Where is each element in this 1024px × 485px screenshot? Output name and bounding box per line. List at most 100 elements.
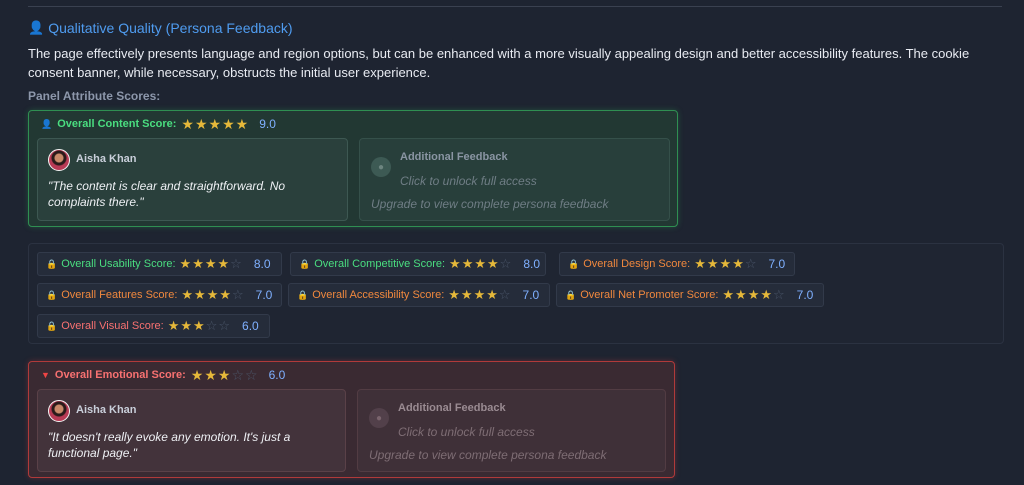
attribute-score-label: Overall Features Score: bbox=[61, 289, 178, 301]
star-rating: ★ ★ ★ ★ ☆ bbox=[180, 257, 242, 271]
star-empty-icon: ☆ bbox=[245, 367, 258, 383]
star-filled-icon: ★ bbox=[461, 256, 474, 271]
persona-feedback-card: Aisha Khan "The content is clear and str… bbox=[37, 138, 348, 221]
star-empty-icon: ☆ bbox=[231, 367, 244, 383]
attribute-score-chip[interactable]: 🔒 Overall Accessibility Score: ★ ★ ★ ★ ☆ 7.0 bbox=[288, 283, 550, 307]
star-filled-icon: ★ bbox=[217, 256, 230, 271]
caret-down-icon: ▼ bbox=[41, 370, 50, 380]
star-filled-icon: ★ bbox=[760, 287, 772, 302]
attribute-score-chip[interactable]: 🔒 Overall Visual Score: ★ ★ ★ ☆ ☆ 6.0 bbox=[37, 314, 270, 338]
star-filled-icon: ★ bbox=[732, 256, 744, 271]
emotional-score-value: 6.0 bbox=[268, 368, 286, 382]
star-filled-icon: ★ bbox=[473, 287, 486, 302]
attribute-score-chip[interactable]: 🔒 Overall Competitive Score: ★ ★ ★ ★ ☆ 8.0 bbox=[290, 252, 546, 276]
star-filled-icon: ★ bbox=[449, 256, 461, 271]
star-filled-icon: ★ bbox=[179, 256, 192, 271]
star-empty-icon: ☆ bbox=[232, 287, 244, 302]
attribute-score-value: 7.0 bbox=[255, 288, 273, 302]
persona-name: Aisha Khan bbox=[76, 404, 137, 416]
user-placeholder-icon: ● bbox=[371, 157, 391, 177]
locked-feedback-card[interactable]: ● Additional Feedback Click to unlock fu… bbox=[359, 138, 670, 221]
content-score-value: 9.0 bbox=[259, 117, 276, 131]
star-filled-icon: ★ bbox=[204, 256, 217, 271]
star-filled-icon: ★ bbox=[722, 287, 735, 302]
lock-icon: 🔒 bbox=[297, 289, 309, 300]
section-divider bbox=[28, 6, 1002, 7]
star-filled-icon: ★ bbox=[487, 256, 499, 271]
star-filled-icon: ★ bbox=[747, 287, 760, 302]
person-icon: 👤 bbox=[28, 20, 45, 35]
content-score-header: 👤 Overall Content Score: ★ ★ ★ ★ ★ 9.0 bbox=[41, 117, 276, 131]
attribute-scores-panel: 🔒 Overall Usability Score: ★ ★ ★ ★ ☆ 8.0 🔒 Overal… bbox=[28, 243, 1004, 344]
persona-name: Aisha Khan bbox=[76, 153, 137, 165]
attribute-score-chip[interactable]: 🔒 Overall Design Score: ★ ★ ★ ★ ☆ 7.0 bbox=[559, 252, 795, 276]
star-rating: ★ ★ ★ ★ ☆ bbox=[448, 288, 510, 302]
attribute-score-value: 8.0 bbox=[253, 257, 271, 271]
attribute-score-chip[interactable]: 🔒 Overall Features Score: ★ ★ ★ ★ ☆ 7.0 bbox=[37, 283, 282, 307]
upgrade-text: Upgrade to view complete persona feedbac… bbox=[371, 197, 609, 211]
star-filled-icon: ★ bbox=[448, 287, 460, 302]
attribute-score-label: Overall Design Score: bbox=[583, 258, 691, 270]
star-filled-icon: ★ bbox=[217, 367, 231, 383]
star-filled-icon: ★ bbox=[193, 318, 205, 333]
star-filled-icon: ★ bbox=[206, 287, 219, 302]
locked-feedback-card[interactable]: ● Additional Feedback Click to unlock fu… bbox=[357, 389, 666, 472]
star-filled-icon: ★ bbox=[719, 256, 732, 271]
star-empty-icon: ☆ bbox=[205, 318, 218, 333]
star-filled-icon: ★ bbox=[194, 116, 208, 132]
attribute-score-chip[interactable]: 🔒 Overall Usability Score: ★ ★ ★ ★ ☆ 8.0 bbox=[37, 252, 282, 276]
content-score-label: Overall Content Score: bbox=[57, 118, 177, 130]
attribute-score-value: 7.0 bbox=[768, 257, 786, 271]
star-empty-icon: ☆ bbox=[499, 256, 512, 271]
star-rating: ★ ★ ★ ★ ☆ bbox=[449, 257, 511, 271]
section-title-text: Qualitative Quality (Persona Feedback) bbox=[48, 20, 293, 36]
lock-icon: 🔒 bbox=[46, 289, 58, 300]
star-filled-icon: ★ bbox=[219, 287, 231, 302]
star-rating: ★ ★ ★ ☆ ☆ bbox=[168, 319, 230, 333]
avatar bbox=[48, 149, 70, 171]
emotional-score-label: Overall Emotional Score: bbox=[54, 369, 186, 381]
star-filled-icon: ★ bbox=[190, 367, 204, 383]
attribute-score-value: 7.0 bbox=[522, 288, 540, 302]
attribute-score-label: Overall Competitive Score: bbox=[314, 258, 446, 270]
section-title: 👤 Qualitative Quality (Persona Feedback) bbox=[28, 20, 293, 36]
star-filled-icon: ★ bbox=[474, 256, 487, 271]
star-filled-icon: ★ bbox=[181, 116, 194, 132]
persona-feedback-card: Aisha Khan "It doesn't really evoke any … bbox=[37, 389, 346, 472]
star-filled-icon: ★ bbox=[235, 116, 249, 132]
star-rating: ★ ★ ★ ★ ★ bbox=[181, 117, 248, 131]
star-empty-icon: ☆ bbox=[498, 287, 511, 302]
lock-icon: 🔒 bbox=[568, 258, 580, 269]
star-empty-icon: ☆ bbox=[773, 287, 785, 302]
star-filled-icon: ★ bbox=[167, 318, 180, 333]
attribute-score-chip[interactable]: 🔒 Overall Net Promoter Score: ★ ★ ★ ★ ☆ 7.0 bbox=[556, 283, 824, 307]
unlock-link[interactable]: Click to unlock full access bbox=[400, 174, 537, 188]
star-filled-icon: ★ bbox=[222, 116, 235, 132]
additional-feedback-title: Additional Feedback bbox=[400, 151, 508, 163]
star-filled-icon: ★ bbox=[208, 116, 222, 132]
attribute-score-label: Overall Net Promoter Score: bbox=[580, 289, 719, 301]
user-placeholder-icon: ● bbox=[369, 408, 389, 428]
star-rating: ★ ★ ★ ★ ☆ bbox=[181, 288, 243, 302]
content-score-panel: 👤 Overall Content Score: ★ ★ ★ ★ ★ 9.0 Aisha… bbox=[28, 110, 678, 227]
star-filled-icon: ★ bbox=[735, 287, 747, 302]
persona-quote: "The content is clear and straightforwar… bbox=[48, 179, 286, 209]
persona-quote: "It doesn't really evoke any emotion. It… bbox=[48, 430, 291, 460]
attribute-score-label: Overall Usability Score: bbox=[61, 258, 176, 270]
panel-attribute-label: Panel Attribute Scores: bbox=[28, 89, 161, 103]
star-empty-icon: ☆ bbox=[230, 256, 242, 271]
attribute-score-label: Overall Accessibility Score: bbox=[312, 289, 445, 301]
star-filled-icon: ★ bbox=[706, 256, 719, 271]
unlock-link[interactable]: Click to unlock full access bbox=[398, 425, 535, 439]
person-icon: 👤 bbox=[41, 118, 53, 129]
star-rating: ★ ★ ★ ★ ☆ bbox=[694, 257, 756, 271]
star-filled-icon: ★ bbox=[460, 287, 473, 302]
star-filled-icon: ★ bbox=[192, 256, 204, 271]
lock-icon: 🔒 bbox=[46, 320, 58, 331]
star-rating: ★ ★ ★ ☆ ☆ bbox=[191, 368, 258, 382]
upgrade-text: Upgrade to view complete persona feedbac… bbox=[369, 448, 607, 462]
section-description: The page effectively presents language a… bbox=[28, 46, 970, 80]
emotional-score-panel: ▼ Overall Emotional Score: ★ ★ ★ ☆ ☆ 6.0 Ais… bbox=[28, 361, 675, 478]
star-filled-icon: ★ bbox=[194, 287, 206, 302]
attribute-score-label: Overall Visual Score: bbox=[61, 320, 164, 332]
